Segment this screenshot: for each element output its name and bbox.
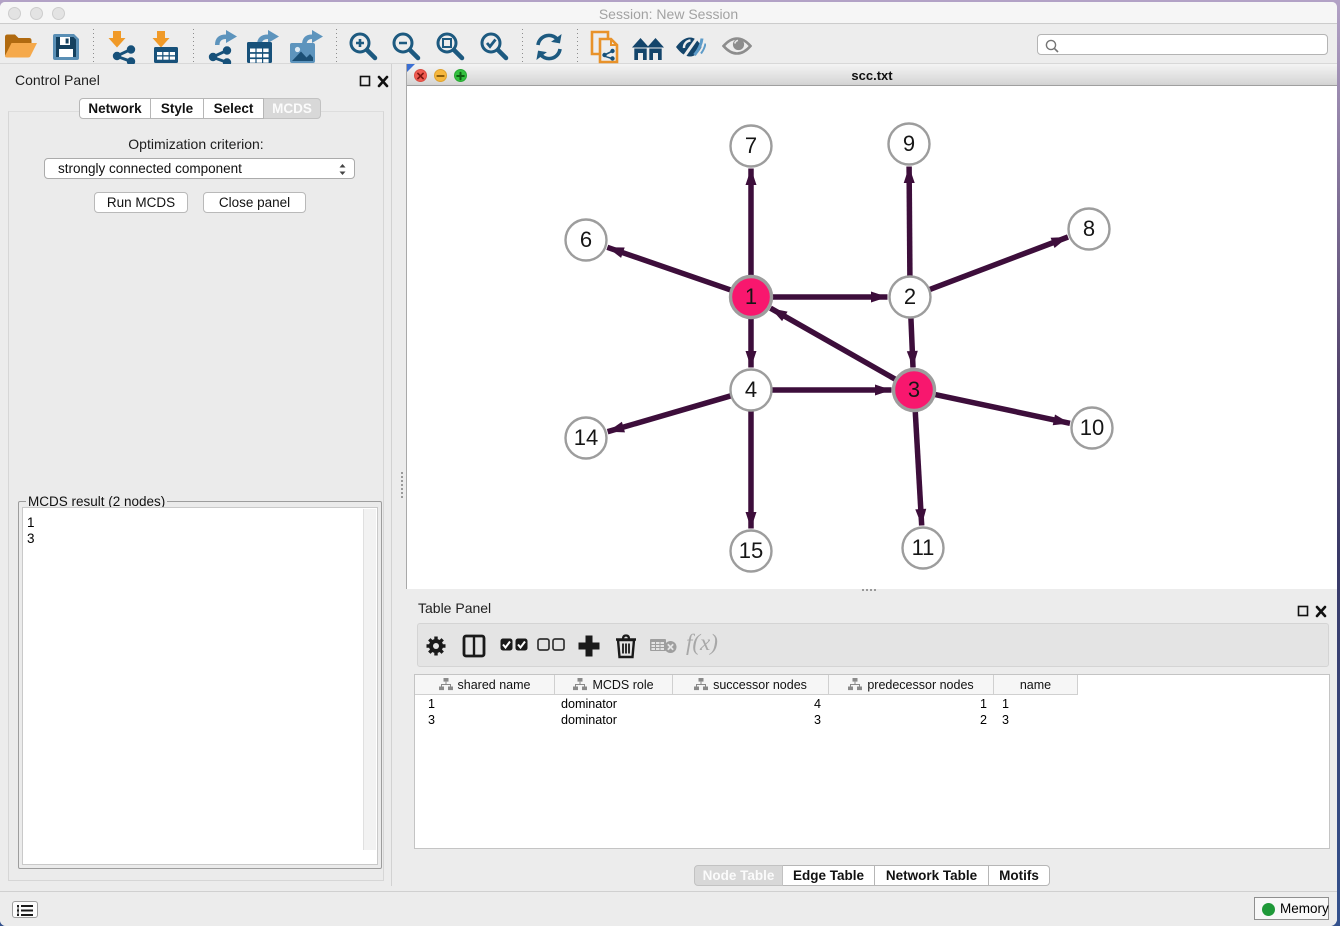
svg-text:6: 6: [580, 227, 592, 252]
svg-text:11: 11: [912, 535, 935, 560]
svg-text:10: 10: [1080, 415, 1104, 440]
svg-text:4: 4: [745, 377, 757, 402]
svg-text:7: 7: [745, 133, 757, 158]
svg-text:3: 3: [908, 377, 920, 402]
svg-text:1: 1: [745, 284, 757, 309]
svg-text:15: 15: [739, 538, 763, 563]
svg-text:8: 8: [1083, 216, 1095, 241]
svg-text:14: 14: [574, 425, 598, 450]
svg-text:2: 2: [904, 284, 916, 309]
svg-text:9: 9: [903, 131, 915, 156]
